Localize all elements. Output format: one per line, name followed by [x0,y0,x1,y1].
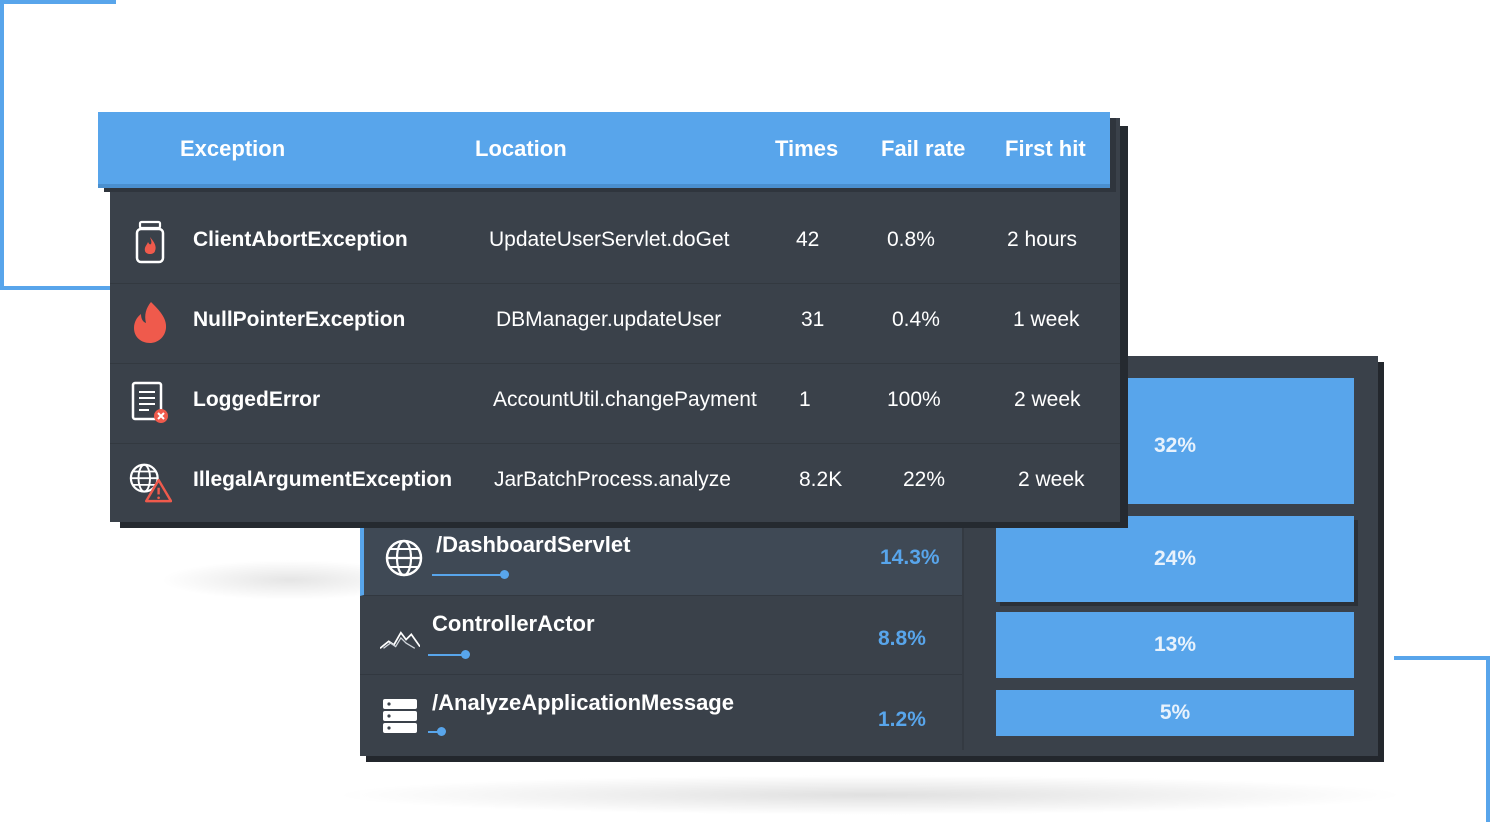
exception-fail-rate: 100% [887,388,941,411]
exception-first-hit: 2 week [1018,468,1085,491]
exceptions-table-header: Exception Location Times Fail rate First… [98,112,1110,184]
exception-first-hit: 1 week [1013,308,1080,331]
transaction-sparkline [428,654,464,656]
mountain-chart-icon [380,617,420,657]
globe-icon [384,538,424,578]
transaction-sparkline-dot [437,727,446,736]
exception-times: 1 [799,388,811,411]
error-log-icon [128,380,172,424]
column-header-first-hit[interactable]: First hit [1005,136,1086,162]
transaction-sparkline-dot [500,570,509,579]
column-header-location[interactable]: Location [475,136,567,162]
column-header-fail-rate[interactable]: Fail rate [881,136,965,162]
exception-location: DBManager.updateUser [496,308,722,331]
exception-location: JarBatchProcess.analyze [494,468,731,491]
transaction-row-controller[interactable]: ControllerActor 8.8% [360,597,962,675]
column-header-exception[interactable]: Exception [180,136,285,162]
transaction-name: /AnalyzeApplicationMessage [432,690,734,715]
exception-name: ClientAbortException [193,228,408,251]
exception-fail-rate: 0.8% [887,228,935,251]
exception-times: 42 [796,228,820,251]
jar-fire-icon [128,220,172,264]
server-stack-icon [380,696,420,736]
transaction-name: ControllerActor [432,611,595,636]
exception-first-hit: 2 week [1014,388,1081,411]
transaction-row-dashboard[interactable]: /DashboardServlet 14.3% [360,518,962,596]
flame-icon [128,300,172,344]
exception-row[interactable]: IllegalArgumentException JarBatchProcess… [110,444,1120,524]
transaction-sparkline-dot [461,650,470,659]
exception-location: UpdateUserServlet.doGet [489,228,730,251]
column-header-times[interactable]: Times [775,136,838,162]
transaction-sparkline [432,574,502,576]
exception-name: IllegalArgumentException [193,468,453,491]
exception-name: LoggedError [193,388,321,411]
exception-row[interactable]: NullPointerException DBManager.updateUse… [110,284,1120,364]
exception-name: NullPointerException [193,308,406,331]
exception-times: 8.2K [799,468,843,491]
exception-fail-rate: 0.4% [892,308,940,331]
percent-bar: 5% [996,690,1354,736]
exception-row[interactable]: ClientAbortException UpdateUserServlet.d… [110,204,1120,284]
transaction-percent: 1.2% [878,708,926,731]
globe-warning-icon [128,460,172,504]
transaction-percent: 14.3% [880,546,940,569]
panel-shadow [330,775,1410,815]
transaction-percent: 8.8% [878,627,926,650]
exception-first-hit: 2 hours [1007,228,1078,251]
exception-fail-rate: 22% [903,468,946,491]
percent-bar: 24% [996,516,1354,602]
exception-times: 31 [801,308,825,331]
transaction-row-analyze[interactable]: /AnalyzeApplicationMessage 1.2% [360,676,962,754]
exception-row[interactable]: LoggedError AccountUtil.changePayment 1 … [110,364,1120,444]
exception-location: AccountUtil.changePayment [493,388,757,411]
transaction-name: /DashboardServlet [436,532,631,557]
percent-bar: 13% [996,612,1354,678]
